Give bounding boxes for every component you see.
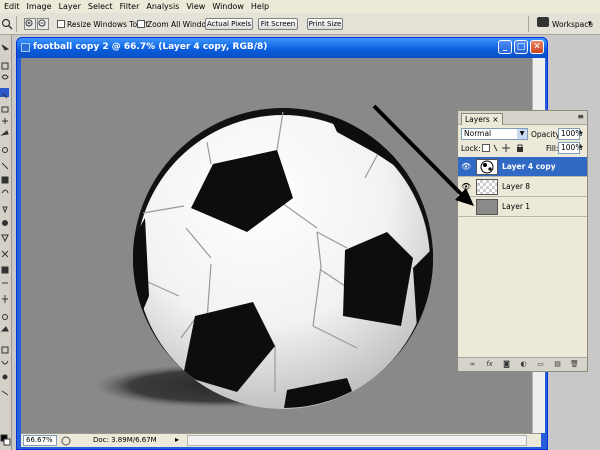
options-bar: Resize Windows To Fit Zoom All Windows A… [0,13,600,35]
layers-tab-close-icon[interactable]: × [492,115,498,124]
link-layers-icon[interactable]: ∞ [468,360,477,369]
lock-icons[interactable] [482,143,526,153]
close-button[interactable]: ✕ [530,40,544,54]
layer-thumbnail [476,159,498,175]
zoom-tool-icon[interactable] [1,18,13,30]
status-arrow-icon[interactable]: ▸ [175,435,179,444]
eye-off-icon[interactable] [461,202,471,211]
layer-row-layer-1[interactable]: Layer 1 [458,197,587,217]
new-group-icon[interactable]: ▭ [536,360,545,369]
layer-name[interactable]: Layer 8 [502,182,530,191]
adjustment-layer-icon[interactable]: ◐ [519,360,528,369]
new-layer-icon[interactable]: ▤ [553,360,562,369]
menu-select[interactable]: Select [88,0,113,13]
panel-menu-icon[interactable]: ≡ [577,112,584,121]
layer-row-layer-4-copy[interactable]: 👁 Layer 4 copy [458,157,587,177]
zoom-in-icon[interactable] [24,18,36,30]
menu-bar: Edit Image Layer Select Filter Analysis … [0,0,600,13]
menu-analysis[interactable]: Analysis [146,0,179,13]
layer-mask-icon[interactable]: ◙ [502,360,511,369]
opacity-arrow-icon[interactable]: ▸ [580,129,583,136]
document-titlebar[interactable]: football copy 2 @ 66.7% (Layer 4 copy, R… [17,38,547,58]
menu-window[interactable]: Window [212,0,244,13]
menu-filter[interactable]: Filter [120,0,140,13]
menu-view[interactable]: View [186,0,205,13]
eye-icon[interactable]: 👁 [461,182,471,191]
layer-name[interactable]: Layer 1 [502,202,530,211]
layer-style-icon[interactable]: fx [485,360,494,369]
menu-help[interactable]: Help [251,0,269,13]
workspace-icon[interactable] [537,17,549,27]
layers-panel: Layers × ≡ Normal ▼ Opacity: 100% ▸ Lock… [457,110,588,372]
document-title: football copy 2 @ 66.7% (Layer 4 copy, R… [33,42,268,52]
chevron-down-icon: ▼ [517,129,527,139]
layers-tab-label: Layers [465,115,490,124]
doc-size-info: Doc: 3.89M/6.67M [93,436,157,444]
status-bar: 66.67% Doc: 3.89M/6.67M ▸ [21,433,541,447]
opacity-field[interactable]: 100% [558,128,582,140]
menu-edit[interactable]: Edit [4,0,20,13]
workspace-menu[interactable]: Workspace [552,20,593,29]
layer-name[interactable]: Layer 4 copy [502,162,556,171]
blend-mode-select[interactable]: Normal ▼ [461,128,528,140]
layer-thumbnail [476,199,498,215]
menu-layer[interactable]: Layer [59,0,81,13]
tool-icons[interactable] [0,35,12,450]
layer-thumbnail [476,179,498,195]
resize-windows-checkbox[interactable] [57,20,65,28]
maximize-button[interactable]: □ [514,40,528,54]
fill-label: Fill: [546,144,559,153]
actual-pixels-button[interactable]: Actual Pixels [205,18,253,30]
status-info-icon[interactable] [61,436,71,446]
lock-label: Lock: [461,144,481,153]
workspace-chevron-icon[interactable]: ▾ [588,19,592,27]
blend-mode-value: Normal [464,129,492,138]
horizontal-scrollbar[interactable] [187,435,527,446]
tools-panel [0,35,12,450]
zoom-field[interactable]: 66.67% [23,435,57,446]
fill-arrow-icon[interactable]: ▸ [580,143,583,150]
fill-field[interactable]: 100% [558,142,582,154]
zoom-out-icon[interactable] [37,18,49,30]
delete-layer-icon[interactable]: 🗑 [570,360,579,369]
eye-icon[interactable]: 👁 [461,162,471,171]
minimize-button[interactable]: _ [498,40,512,54]
layers-tab[interactable]: Layers × [461,113,503,125]
print-size-button[interactable]: Print Size [307,18,343,30]
photoshop-document-icon [21,43,30,52]
layer-row-layer-8[interactable]: 👁 Layer 8 [458,177,587,197]
layers-panel-footer: ∞ fx ◙ ◐ ▭ ▤ 🗑 [458,357,587,371]
menu-image[interactable]: Image [27,0,52,13]
zoom-all-checkbox[interactable] [137,20,145,28]
fit-screen-button[interactable]: Fit Screen [258,18,298,30]
layers-panel-header: Layers × ≡ [458,111,587,125]
